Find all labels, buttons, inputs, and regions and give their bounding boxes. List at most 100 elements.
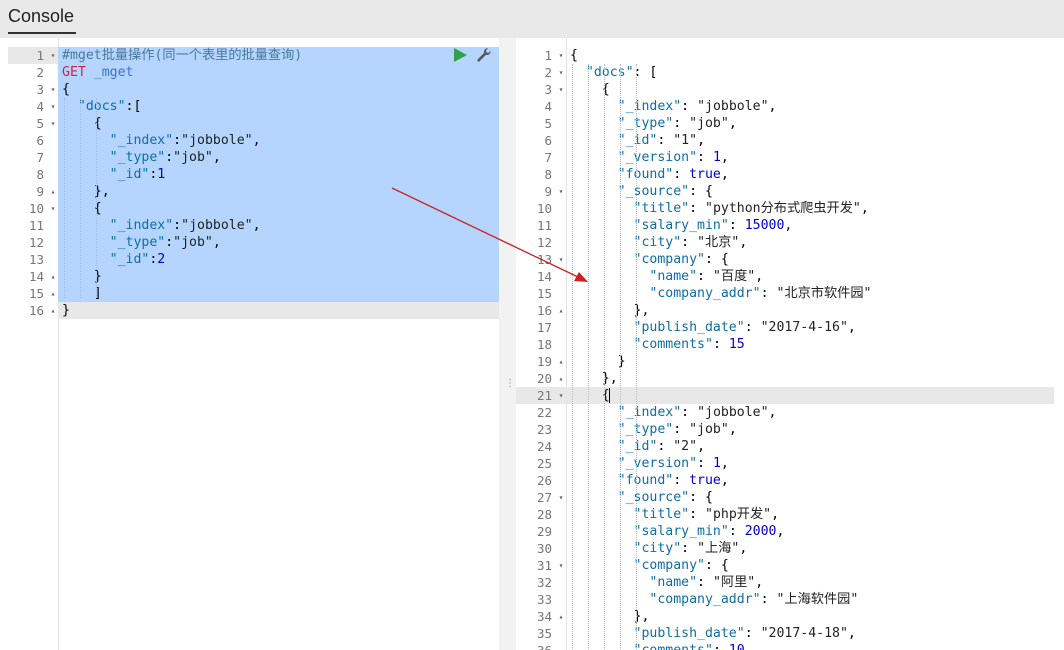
fold-up-icon[interactable]: ▴: [48, 268, 58, 285]
play-icon[interactable]: [454, 48, 467, 62]
code-line: 1 ▾ {: [516, 47, 1064, 64]
line-number: 29: [536, 524, 552, 539]
code-token: }: [570, 354, 626, 369]
fold-down-icon[interactable]: ▾: [556, 387, 566, 404]
code-text: "city": "北京",: [570, 234, 748, 251]
code-text: {: [570, 47, 578, 64]
line-number: 22: [536, 405, 552, 420]
code-token: "_index": [617, 99, 682, 114]
fold-down-icon[interactable]: ▾: [556, 64, 566, 81]
tab-console[interactable]: Console: [8, 6, 74, 27]
code-token: :: [173, 218, 182, 233]
fold-down-icon[interactable]: ▾: [48, 115, 58, 132]
request-code-lines: 1 ▾ #mget批量操作(同一个表里的批量查询) 2 GET _mget 3 ▾ {4 ▾ "…: [8, 47, 499, 319]
fold-up-icon[interactable]: ▴: [556, 302, 566, 319]
line-highlight: [58, 302, 499, 319]
indent-guide: [588, 64, 589, 650]
code-token: ,: [847, 320, 856, 335]
code-line: 27 ▾ "_source": {: [516, 489, 1064, 506]
fold-down-icon[interactable]: ▾: [556, 47, 566, 64]
code-line: 35 "publish_date": "2017-4-18",: [516, 625, 1064, 642]
code-line: 17 "publish_date": "2017-4-16",: [516, 319, 1064, 336]
splitter-grip-icon[interactable]: ⋮: [505, 378, 515, 392]
code-text: "found": true,: [570, 472, 729, 489]
code-token: "_type": [617, 422, 674, 437]
code-text: "_version": 1,: [570, 455, 729, 472]
code-token: ,: [720, 167, 729, 182]
fold-down-icon[interactable]: ▾: [556, 183, 566, 200]
fold-down-icon[interactable]: ▾: [48, 81, 58, 98]
fold-down-icon[interactable]: ▾: [556, 81, 566, 98]
code-text: "title": "php开发",: [570, 506, 780, 523]
code-token: "company": [633, 252, 705, 267]
code-token: ,: [728, 116, 737, 131]
response-editor[interactable]: 1 ▾{2 ▾ "docs": [3 ▾ {4 "_index": "jobbole"…: [516, 38, 1064, 650]
code-token: "city": [633, 235, 682, 250]
code-token: ,: [720, 150, 729, 165]
code-line: 12 "_type":"job",: [8, 234, 499, 251]
code-line: 31 ▾ "company": {: [516, 557, 1064, 574]
code-line: 1 ▾ #mget批量操作(同一个表里的批量查询): [8, 47, 499, 64]
fold-up-icon[interactable]: ▴: [48, 183, 58, 200]
indent-guide: [572, 64, 573, 650]
code-line: 9 ▾ "_source": {: [516, 183, 1064, 200]
code-token: :: [681, 235, 698, 250]
code-token: "_index": [617, 405, 682, 420]
code-token: "_type": [617, 116, 674, 131]
code-token: "_id": [617, 133, 658, 148]
code-line: 2 ▾ "docs": [: [516, 64, 1064, 81]
fold-up-icon[interactable]: ▴: [48, 285, 58, 302]
line-number: 4: [544, 99, 552, 114]
code-line: 28 "title": "php开发",: [516, 506, 1064, 523]
line-number: 19: [536, 354, 552, 369]
code-token: },: [62, 184, 110, 199]
fold-down-icon[interactable]: ▾: [556, 557, 566, 574]
fold-up-icon[interactable]: ▴: [556, 370, 566, 387]
code-text: "_id": "1",: [570, 132, 705, 149]
code-line: 5 ▾ {: [8, 115, 499, 132]
fold-up-icon[interactable]: ▴: [48, 302, 58, 319]
fold-up-icon[interactable]: ▴: [556, 353, 566, 370]
wrench-icon[interactable]: [475, 46, 493, 64]
line-number: 24: [536, 439, 552, 454]
code-line: 8 "_id":1: [8, 166, 499, 183]
code-token: "jobbole": [181, 133, 253, 148]
fold-up-icon[interactable]: ▴: [556, 608, 566, 625]
code-token: "job": [689, 116, 729, 131]
code-token: "title": [633, 507, 690, 522]
request-editor[interactable]: 1 ▾ #mget批量操作(同一个表里的批量查询) 2 GET _mget 3 ▾ {4 ▾ "…: [8, 38, 499, 650]
code-token: 15000: [744, 218, 785, 233]
fold-down-icon[interactable]: ▾: [48, 47, 58, 64]
code-token: :: [673, 116, 690, 131]
code-line: 20 ▴ },: [516, 370, 1064, 387]
fold-down-icon[interactable]: ▾: [48, 200, 58, 217]
fold-down-icon[interactable]: ▾: [48, 98, 58, 115]
code-token: ,: [720, 473, 729, 488]
code-token: 2000: [744, 524, 777, 539]
code-text: "_id":2: [62, 251, 166, 268]
code-line: 14 ▴ }: [8, 268, 499, 285]
code-token: : {: [705, 252, 729, 267]
code-line: 33 "company_addr": "上海软件园": [516, 591, 1064, 608]
code-text: GET _mget: [62, 64, 133, 81]
code-token: "1": [673, 133, 698, 148]
code-text: "docs":[: [62, 98, 142, 115]
fold-down-icon[interactable]: ▾: [556, 251, 566, 268]
line-number: 23: [536, 422, 552, 437]
fold-down-icon[interactable]: ▾: [556, 489, 566, 506]
pane-splitter[interactable]: ⋮: [499, 38, 516, 650]
code-token: :: [697, 575, 713, 590]
code-token: "php开发": [705, 507, 772, 522]
line-number: 28: [536, 507, 552, 522]
code-token: "jobbole": [697, 405, 769, 420]
indent-guide: [64, 98, 65, 298]
